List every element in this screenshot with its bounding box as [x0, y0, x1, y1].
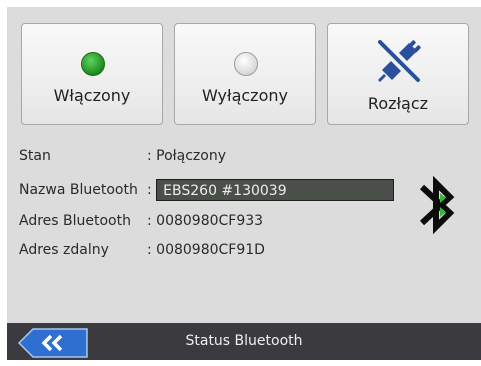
- bluetooth-name-row: Nazwa Bluetooth: EBS260 #130039: [19, 179, 395, 201]
- bluetooth-name-field[interactable]: EBS260 #130039: [156, 179, 395, 201]
- footer-title: Status Bluetooth: [185, 333, 303, 349]
- bluetooth-address-row: Adres Bluetooth : 0080980CF933: [19, 213, 263, 229]
- bluetooth-name-colon: :: [147, 182, 152, 198]
- remote-address-label: Adres zdalny: [19, 242, 109, 258]
- bluetooth-name-label: Nazwa Bluetooth: [19, 182, 138, 198]
- led-grey-icon: [234, 52, 258, 76]
- status-value: : Połączony: [147, 148, 227, 164]
- status-label: Stan: [19, 148, 51, 164]
- bluetooth-status-screen: Włączony Wyłączony Rozłącz Stan : Połączo…: [7, 7, 481, 360]
- bluetooth-icon: [419, 175, 455, 235]
- on-button-label: Włączony: [53, 86, 131, 105]
- remote-address-value: : 0080980CF91D: [147, 242, 265, 258]
- led-green-icon: [81, 52, 105, 76]
- on-button[interactable]: Włączony: [21, 23, 163, 125]
- unplug-icon: [378, 40, 421, 82]
- off-button[interactable]: Wyłączony: [174, 23, 316, 125]
- remote-address-row: Adres zdalny : 0080980CF91D: [19, 242, 265, 258]
- disconnect-button-label: Rozłącz: [367, 94, 429, 113]
- footer-bar: Status Bluetooth: [7, 323, 481, 360]
- bluetooth-address-value: : 0080980CF933: [147, 213, 264, 229]
- status-row: Stan : Połączony: [19, 148, 226, 164]
- off-button-label: Wyłączony: [202, 86, 288, 105]
- bluetooth-address-label: Adres Bluetooth: [19, 213, 131, 229]
- disconnect-button[interactable]: Rozłącz: [327, 23, 469, 125]
